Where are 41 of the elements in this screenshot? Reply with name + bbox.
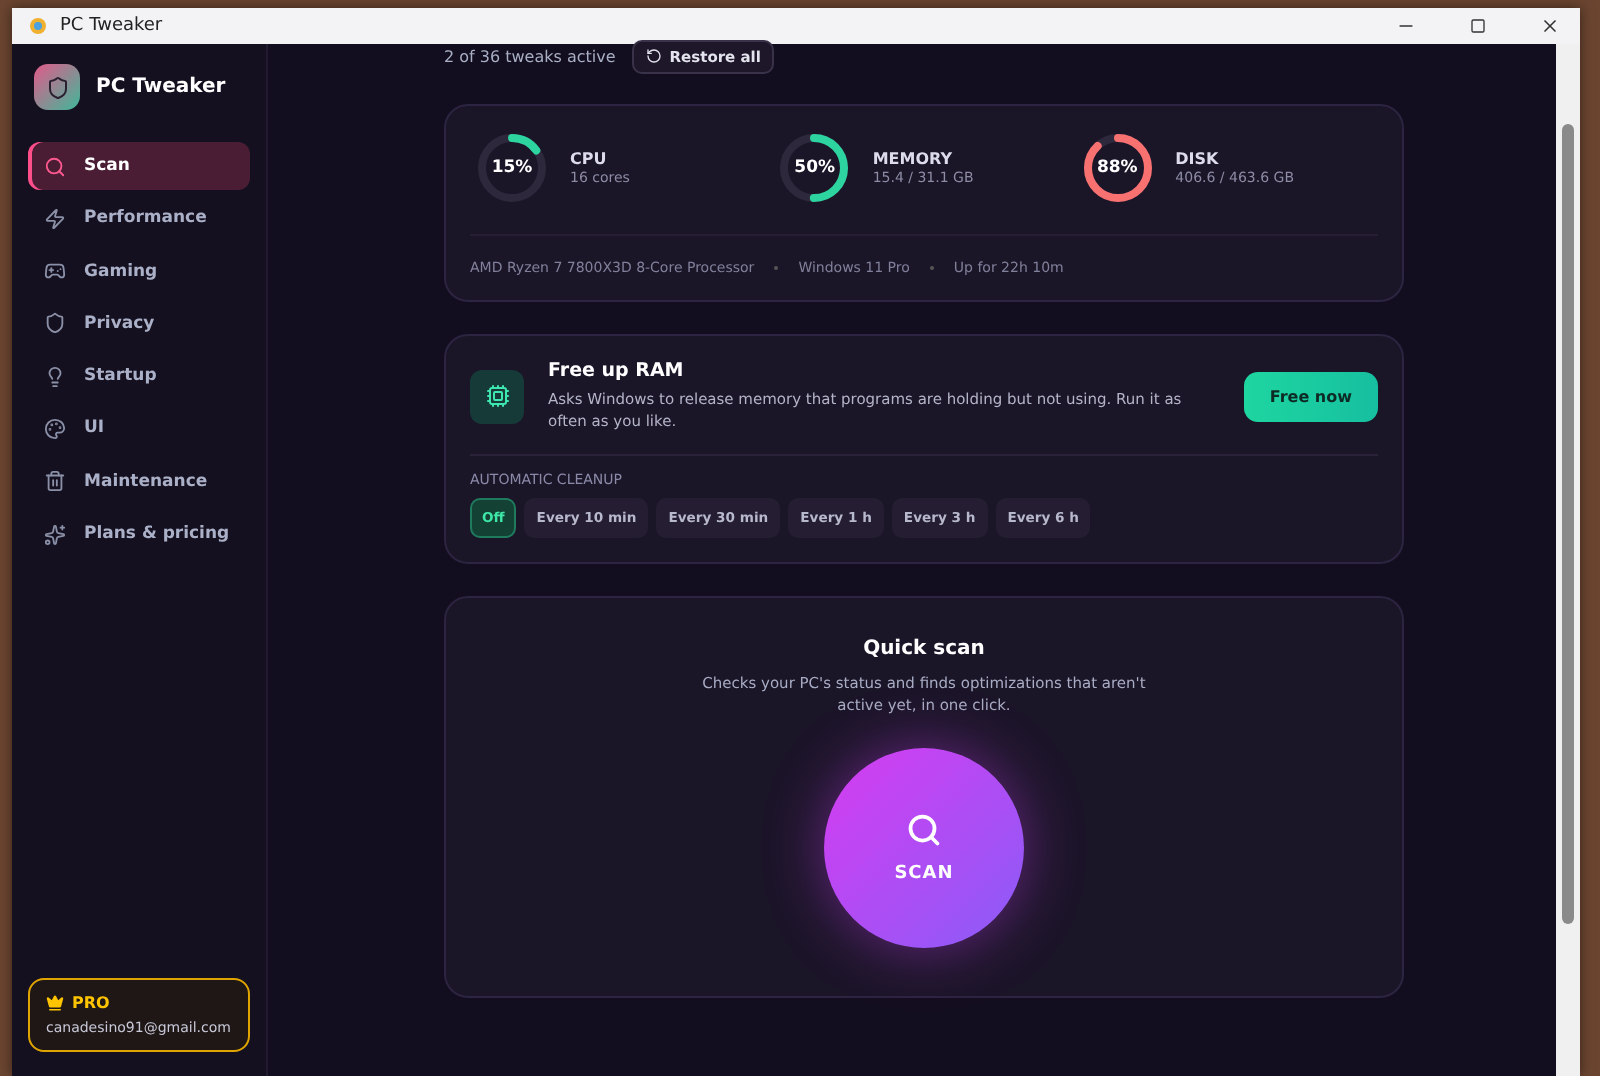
trash-icon — [44, 470, 66, 493]
search-icon — [44, 155, 66, 177]
scan-button[interactable]: SCAN — [824, 748, 1024, 948]
card-title: Free up RAM — [548, 360, 686, 382]
scrollbar[interactable] — [1556, 44, 1580, 1076]
window-title: PC Tweaker — [60, 16, 165, 36]
sidebar-item[interactable]: Privacy — [28, 299, 250, 348]
ring-gauge — [474, 130, 550, 206]
ring-gauge — [1079, 130, 1156, 206]
free-now-button[interactable]: Free now — [1243, 371, 1378, 422]
meter-value: 15% — [491, 159, 533, 177]
meter-label: CPU — [570, 150, 609, 168]
meter-value: 88% — [1096, 159, 1138, 177]
sidebar-item[interactable]: UI — [28, 404, 250, 453]
meter-label: MEMORY — [872, 150, 955, 168]
meter-value: 50% — [794, 159, 835, 177]
sidebar-item[interactable]: Gaming — [28, 247, 250, 296]
shield-icon — [44, 312, 66, 335]
search-icon — [906, 812, 942, 848]
close-icon[interactable] — [1540, 16, 1560, 36]
sparkle-icon — [44, 523, 66, 546]
maximize-icon[interactable] — [1470, 18, 1486, 34]
undo-icon — [645, 48, 662, 64]
lightning-icon — [44, 207, 66, 230]
gamepad-icon — [44, 260, 66, 283]
sidebar-item[interactable]: Plans & pricing — [28, 510, 250, 559]
card-title: Quick scan — [863, 637, 985, 659]
app-icon — [28, 16, 48, 36]
lightbulb-icon — [44, 365, 66, 388]
sidebar-item[interactable]: Startup — [28, 352, 250, 401]
sidebar-item[interactable]: Maintenance — [28, 457, 250, 506]
palette-icon — [44, 417, 66, 440]
tweaks-status: 2 of 36 tweaks active — [444, 47, 616, 65]
meter-label: DISK — [1175, 150, 1221, 168]
sidebar-item[interactable]: Scan — [28, 142, 250, 190]
plan-badge: PRO — [46, 994, 232, 1012]
app-name: PC Tweaker — [96, 76, 226, 98]
sidebar-item[interactable]: Performance — [28, 194, 250, 243]
shield-logo-icon — [34, 64, 80, 110]
chip-icon — [470, 369, 524, 424]
ring-gauge — [776, 130, 853, 206]
